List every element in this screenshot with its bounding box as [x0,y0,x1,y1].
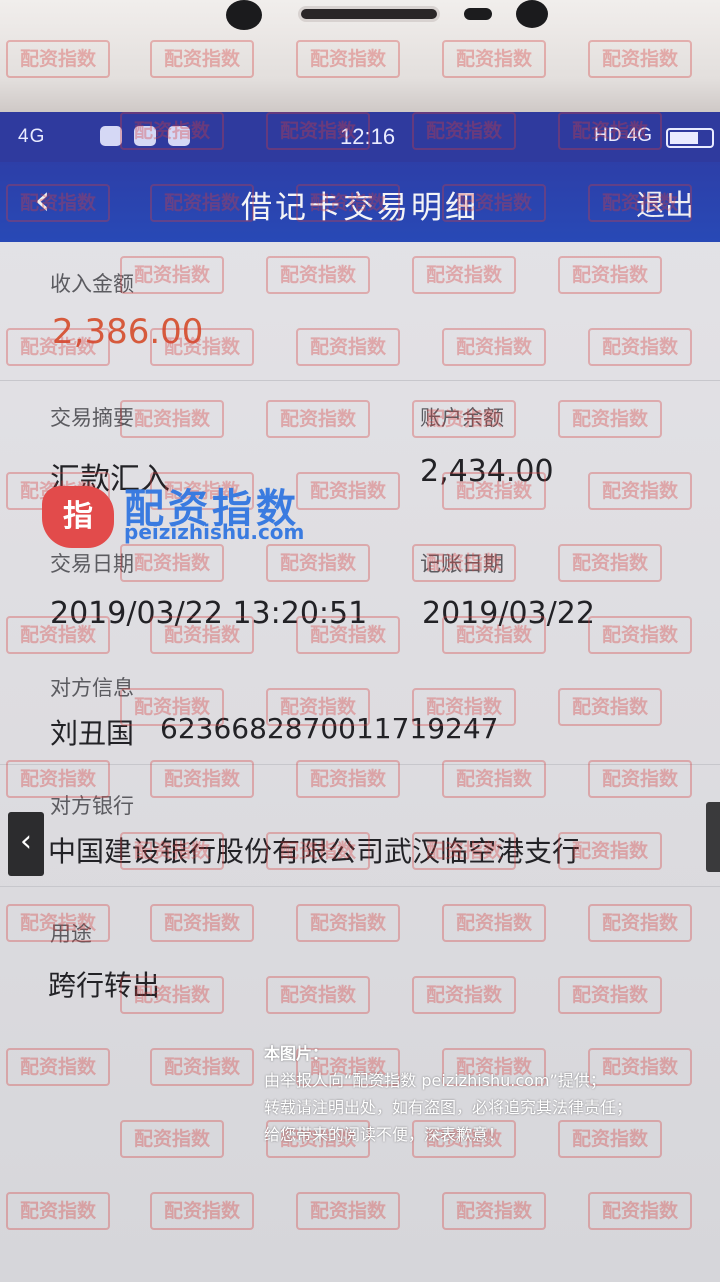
status-time: 12:16 [340,124,396,149]
previous-page-button[interactable]: ‹ [8,812,44,876]
notice-line: 由举报人向“配资指数 peizizhishu.com”提供； [264,1071,606,1090]
notice-line: 给您带来的阅读不便，深表歉意！ [264,1125,505,1144]
proximity-sensor [464,8,492,20]
income-label: 收入金额 [50,272,134,296]
message-notification-icon [134,126,156,146]
status-bar: 4G 12:16 HD 4G [0,112,720,162]
next-page-button[interactable] [706,802,720,872]
phone-bezel [0,0,720,112]
purpose-label: 用途 [50,922,92,946]
summary-label: 交易摘要 [50,406,134,430]
notification-icons [100,126,190,146]
post-date-label: 记账日期 [420,552,504,576]
income-amount: 2,386.00 [52,312,204,352]
balance-value: 2,434.00 [420,454,554,489]
logo-badge-icon: 指 [42,486,114,548]
camera-icon [226,0,262,30]
counterparty-account: 6236682870011719247 [160,712,499,745]
network-left-indicator: 4G [18,126,46,147]
network-right-indicator: HD 4G [594,125,653,146]
divider [0,886,720,887]
counterparty-label: 对方信息 [50,676,134,700]
battery-icon [666,128,714,148]
trade-date-label: 交易日期 [50,552,134,576]
balance-label: 账户余额 [420,406,504,430]
divider [0,380,720,381]
front-sensor-icon [516,0,548,28]
exit-button[interactable]: 退出 [636,182,694,224]
earpiece-speaker [298,6,440,22]
post-date-value: 2019/03/22 [422,596,595,631]
counterparty-name: 刘丑国 [50,717,135,750]
app-notification-icon [100,126,122,146]
watermark-logo: 指 配资指数 peizizhishu.com [42,472,312,552]
bank-label: 对方银行 [50,794,134,818]
bank-value: 中国建设银行股份有限公司武汉临空港支行 [48,835,581,868]
logo-url: peizizhishu.com [124,520,305,544]
divider [0,764,720,765]
purpose-value: 跨行转出 [48,969,161,1002]
watermark-notice: 本图片： 由举报人向“配资指数 peizizhishu.com”提供； 转载请注… [264,1040,704,1148]
top-nav-bar: ‹ 借记卡交易明细 退出 [0,162,720,242]
notice-line: 本图片： [264,1044,329,1063]
notice-line: 转载请注明出处，如有盗图，必将追究其法律责任； [264,1098,633,1117]
shield-icon [168,126,190,146]
page-title: 借记卡交易明细 [241,190,479,226]
trade-date-value: 2019/03/22 13:20:51 [50,596,368,631]
